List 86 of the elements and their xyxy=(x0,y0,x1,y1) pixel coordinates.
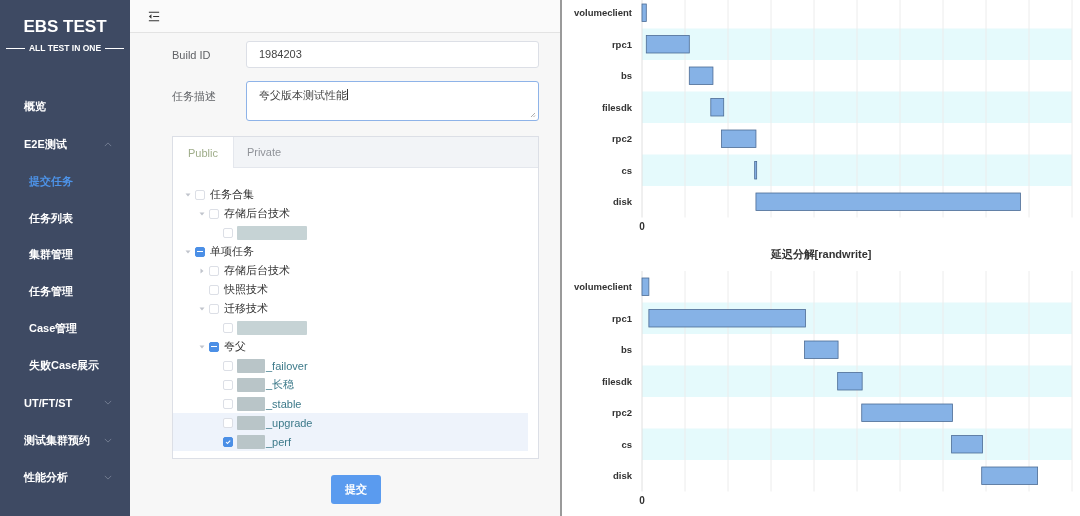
tree-row[interactable]: 快照技术 xyxy=(173,280,528,299)
tree-item-label[interactable]: _upgrade xyxy=(266,416,313,429)
row-label: filesdk xyxy=(601,101,632,113)
timeline-bar xyxy=(951,435,983,454)
sidebar-item[interactable]: 任务列表 xyxy=(0,199,130,237)
row-label: rpc2 xyxy=(611,133,632,145)
row-label: disk xyxy=(613,196,632,208)
tree-item-label[interactable]: _failover xyxy=(266,359,308,372)
sidebar-item[interactable]: E2E测试 xyxy=(0,125,130,163)
resize-grip-icon[interactable] xyxy=(530,112,536,118)
tree-row[interactable]: _upgrade xyxy=(173,413,528,432)
description-field[interactable]: 夸父版本测试性能 xyxy=(246,81,539,121)
row-label: volumeclient xyxy=(573,281,632,293)
tree-item-label[interactable]: _stable xyxy=(266,397,302,410)
tree-item-label[interactable]: _perf xyxy=(266,435,292,448)
tree-item-label[interactable]: 单项任务 xyxy=(210,244,254,259)
tree-row[interactable]: _stable xyxy=(173,394,528,413)
row-label: disk xyxy=(613,470,632,482)
tree-row[interactable]: 迁移技术 xyxy=(173,299,528,318)
chart-title: 延迟分解[randwrite] xyxy=(769,247,873,262)
sidebar-item[interactable]: 失败Case展示 xyxy=(0,347,130,384)
timeline-bar xyxy=(645,35,690,54)
tree-row[interactable]: 夸父 xyxy=(173,337,528,356)
checkbox[interactable] xyxy=(195,246,205,257)
timeline-bar xyxy=(837,372,863,391)
timeline-bar xyxy=(641,3,647,22)
row-label: rpc2 xyxy=(611,407,632,419)
logo-title: EBS TEST xyxy=(23,17,107,37)
row-label: bs xyxy=(620,70,632,82)
sidebar-item[interactable]: UT/FT/ST xyxy=(0,383,130,422)
timeline-bar xyxy=(754,161,758,180)
timeline-bar xyxy=(804,340,839,359)
timeline-bar xyxy=(641,277,650,296)
tree-row[interactable]: _failover xyxy=(173,356,528,375)
redaction-blur xyxy=(237,225,307,240)
menu-icon[interactable] xyxy=(148,10,160,22)
redaction-blur xyxy=(237,320,307,335)
tree-item-label[interactable]: _长稳 xyxy=(266,377,295,392)
tree-item-label[interactable]: 任务合集 xyxy=(210,187,254,202)
expand-arrow-icon[interactable] xyxy=(199,267,205,274)
redaction-blur xyxy=(237,377,265,392)
redaction-blur xyxy=(237,415,265,430)
checkbox[interactable] xyxy=(209,341,219,352)
row-label: rpc1 xyxy=(611,38,632,50)
tree-row[interactable]: 存储后台技术 xyxy=(173,204,528,223)
tree-row[interactable]: _perf xyxy=(173,432,528,451)
sidebar-item[interactable]: 测试集群预约 xyxy=(0,421,130,459)
tree-item-label[interactable]: 存储后台技术 xyxy=(224,206,290,221)
timeline-bar xyxy=(721,129,757,148)
field-label: 任务描述 xyxy=(172,89,217,104)
logo-tagline: ALL TEST IN ONE xyxy=(28,43,102,53)
tree-item-label[interactable]: 快照技术 xyxy=(224,282,268,297)
timeline-bar xyxy=(688,66,714,85)
tree-item-label[interactable]: 夸父 xyxy=(224,339,246,354)
tree-row[interactable]: 存储后台技术 xyxy=(173,261,528,280)
redaction-blur xyxy=(237,434,265,449)
expand-arrow-icon[interactable] xyxy=(185,248,191,255)
expand-arrow-icon[interactable] xyxy=(185,191,191,198)
expand-arrow-icon[interactable] xyxy=(199,305,205,312)
tree-item-label[interactable]: 迁移技术 xyxy=(224,301,268,316)
checkbox[interactable] xyxy=(223,436,233,447)
row-label: volumeclient xyxy=(573,7,632,19)
tree-item-label[interactable]: 存储后台技术 xyxy=(224,263,290,278)
sidebar-item[interactable]: 概览 xyxy=(0,88,130,126)
redaction-blur xyxy=(237,396,265,411)
row-label: filesdk xyxy=(601,375,632,387)
sidebar-item[interactable]: Case管理 xyxy=(0,310,130,347)
sidebar-item[interactable]: 性能分析 xyxy=(0,458,130,497)
sidebar-item[interactable]: 任务管理 xyxy=(0,273,130,311)
row-label: cs xyxy=(621,438,632,450)
row-label: bs xyxy=(620,344,632,356)
sidebar-item[interactable]: 集群管理 xyxy=(0,236,130,274)
expand-arrow-icon[interactable] xyxy=(199,343,205,350)
row-label: cs xyxy=(621,164,632,176)
tree-row[interactable]: 单项任务 xyxy=(173,242,528,261)
axis-tick-label: 0 xyxy=(639,494,645,506)
build-id-field[interactable]: 1984203 xyxy=(246,41,539,68)
row-label: rpc1 xyxy=(611,312,632,324)
expand-arrow-icon[interactable] xyxy=(199,210,205,217)
tree-row[interactable]: 任务合集 xyxy=(173,185,528,204)
redaction-blur xyxy=(237,358,265,373)
axis-tick-label: 0 xyxy=(639,220,645,232)
tree-row[interactable]: _长稳 xyxy=(173,375,528,394)
timeline-bar xyxy=(710,98,725,117)
field-label: Build ID xyxy=(172,48,212,61)
timeline-bar xyxy=(981,466,1038,485)
